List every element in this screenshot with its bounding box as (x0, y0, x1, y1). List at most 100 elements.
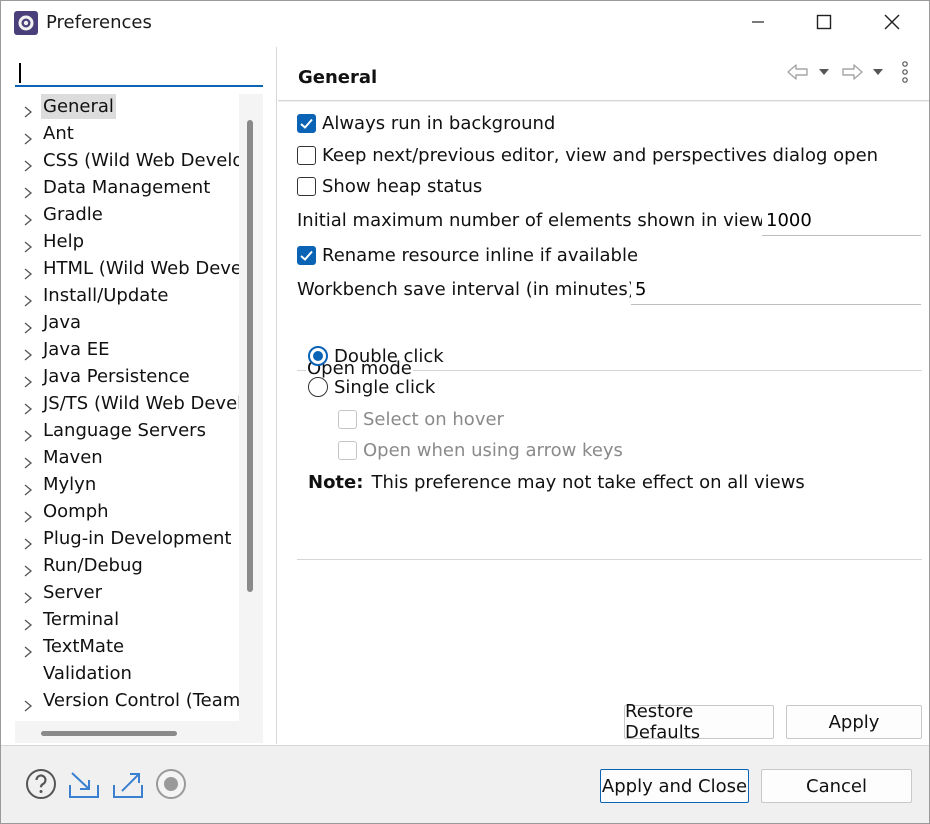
vertical-ellipsis-icon[interactable] (900, 61, 910, 83)
tree-item[interactable]: TextMate (15, 634, 239, 661)
chevron-right-icon[interactable] (23, 183, 33, 199)
preferences-window: Preferences General Ant CSS (Wild Web Deve… (0, 0, 930, 824)
tree-item[interactable]: Run/Debug (15, 553, 239, 580)
always-run-background-checkbox[interactable] (297, 113, 316, 133)
select-on-hover-checkbox (338, 409, 357, 429)
always-run-background-label: Always run in background (322, 112, 556, 134)
restore-defaults-button[interactable]: Restore Defaults (624, 701, 774, 743)
chevron-right-icon[interactable] (23, 345, 33, 361)
filter-input[interactable] (15, 59, 263, 87)
tree-item-label: Version Control (Team) (43, 690, 239, 711)
chevron-right-icon[interactable] (23, 129, 33, 145)
tree-vertical-scroll-thumb[interactable] (247, 120, 253, 592)
double-click-radio[interactable] (308, 346, 328, 366)
tree-item[interactable]: Plug-in Development (15, 526, 239, 553)
always-run-background-option[interactable]: Always run in background (297, 110, 555, 136)
tree-item[interactable]: Oomph (15, 499, 239, 526)
tree-item[interactable]: Ant (15, 121, 239, 148)
tree-item-label: Help (43, 231, 85, 252)
tree-item-label: HTML (Wild Web Deve (43, 258, 239, 279)
tree-item[interactable]: Help (15, 229, 239, 256)
chevron-right-icon[interactable] (23, 453, 33, 469)
chevron-right-icon[interactable] (23, 588, 33, 604)
tree-item[interactable]: Mylyn (15, 472, 239, 499)
tree-item-label: Terminal (43, 609, 120, 630)
preferences-tree-panel: General Ant CSS (Wild Web Develo Data Manag… (1, 47, 277, 744)
minimize-button[interactable] (725, 1, 791, 47)
chevron-right-icon[interactable] (23, 426, 33, 442)
import-icon[interactable] (67, 767, 101, 801)
forward-arrow-icon[interactable] (840, 61, 864, 83)
tree-item[interactable]: Server (15, 580, 239, 607)
initial-max-label: Initial maximum number of elements shown… (297, 210, 780, 231)
tree-item[interactable]: Gradle (15, 202, 239, 229)
tree-item[interactable]: Terminal (15, 607, 239, 634)
tree-item[interactable]: Install/Update (15, 283, 239, 310)
chevron-right-icon[interactable] (23, 210, 33, 226)
cancel-button[interactable]: Cancel (761, 769, 912, 803)
chevron-right-icon[interactable] (23, 237, 33, 253)
chevron-right-icon[interactable] (23, 372, 33, 388)
chevron-right-icon[interactable] (23, 534, 33, 550)
single-click-radio[interactable] (308, 377, 328, 397)
rename-inline-option[interactable]: Rename resource inline if available (297, 242, 638, 268)
minimize-icon (750, 14, 766, 35)
export-icon[interactable] (111, 767, 145, 801)
chevron-down-icon[interactable] (818, 61, 830, 83)
record-icon[interactable] (154, 767, 188, 801)
tree-item[interactable]: Version Control (Team) (15, 688, 239, 715)
chevron-right-icon[interactable] (23, 264, 33, 280)
open-arrow-keys-checkbox (338, 440, 357, 460)
tree-item-label: General (41, 94, 116, 119)
tree-item-label: Java EE (43, 339, 110, 360)
maximize-icon (816, 14, 832, 35)
maximize-button[interactable] (791, 1, 857, 47)
help-icon[interactable] (24, 767, 58, 801)
chevron-right-icon[interactable] (23, 399, 33, 415)
tree-item[interactable]: Validation (15, 661, 239, 688)
double-click-label: Double click (334, 345, 444, 367)
initial-max-field[interactable] (762, 206, 921, 236)
tree-item[interactable]: Maven (15, 445, 239, 472)
chevron-right-icon[interactable] (23, 480, 33, 496)
tree-item[interactable]: Java (15, 310, 239, 337)
chevron-right-icon[interactable] (23, 696, 33, 712)
back-arrow-icon[interactable] (786, 61, 810, 83)
chevron-right-icon[interactable] (23, 507, 33, 523)
tree-item[interactable]: Data Management (15, 175, 239, 202)
rename-inline-checkbox[interactable] (297, 245, 316, 265)
keep-next-prev-checkbox[interactable] (297, 145, 316, 165)
tree-item[interactable]: HTML (Wild Web Deve (15, 256, 239, 283)
apply-and-close-button[interactable]: Apply and Close (600, 769, 749, 803)
chevron-right-icon[interactable] (23, 642, 33, 658)
single-click-option[interactable]: Single click (308, 374, 435, 400)
tree-item[interactable]: Language Servers (15, 418, 239, 445)
chevron-down-icon[interactable] (872, 61, 884, 83)
tree-item-label: Java Persistence (43, 366, 190, 387)
tree-item[interactable]: Java EE (15, 337, 239, 364)
chevron-right-icon[interactable] (23, 291, 33, 307)
tree-item-label: Server (43, 582, 103, 603)
keep-next-prev-option[interactable]: Keep next/previous editor, view and pers… (297, 142, 878, 168)
chevron-right-icon[interactable] (23, 318, 33, 334)
page-title: General (298, 67, 378, 88)
tree-horizontal-scroll-thumb[interactable] (41, 731, 177, 736)
tree-item[interactable]: JS/TS (Wild Web Devel (15, 391, 239, 418)
tree-item-label: Validation (43, 663, 132, 684)
double-click-option[interactable]: Double click (308, 343, 444, 369)
tree-item[interactable]: Java Persistence (15, 364, 239, 391)
show-heap-checkbox[interactable] (297, 176, 316, 196)
close-button[interactable] (859, 1, 925, 47)
select-on-hover-label: Select on hover (363, 408, 504, 430)
page-header: General (278, 47, 929, 101)
tree-item[interactable]: CSS (Wild Web Develo (15, 148, 239, 175)
show-heap-option[interactable]: Show heap status (297, 173, 482, 199)
chevron-right-icon[interactable] (23, 102, 33, 118)
save-interval-field[interactable] (631, 275, 921, 305)
chevron-right-icon[interactable] (23, 561, 33, 577)
tree-item[interactable]: General (15, 94, 239, 121)
chevron-right-icon[interactable] (23, 615, 33, 631)
tree-item-label: TextMate (43, 636, 125, 657)
chevron-right-icon[interactable] (23, 156, 33, 172)
apply-button[interactable]: Apply (786, 705, 922, 739)
